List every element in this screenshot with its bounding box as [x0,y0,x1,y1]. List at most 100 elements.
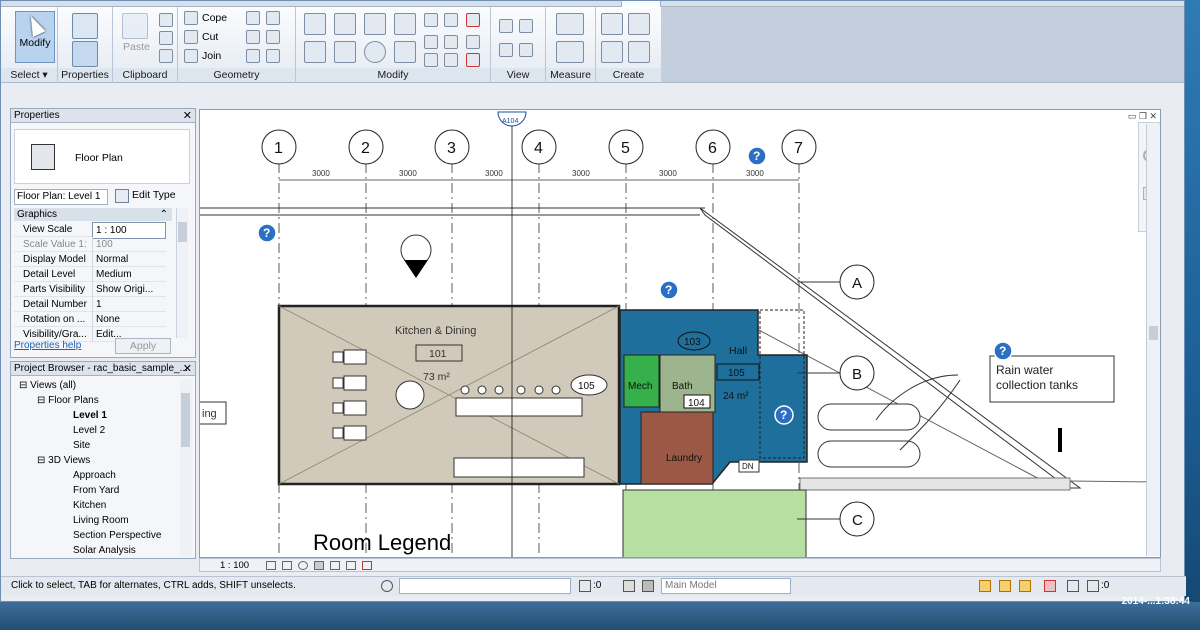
browser-item[interactable]: ⊟ Floor Plans [37,395,99,406]
browser-item[interactable]: ⊟ 3D Views [37,455,90,466]
canvas-vertical-scrollbar[interactable] [1146,124,1160,556]
view-selector-dropdown[interactable]: Floor Plan: Level 1 [14,189,108,205]
property-row[interactable]: Detail Level Medium [14,267,166,282]
browser-scrollbar[interactable] [180,379,192,557]
delete-red-icon[interactable] [466,53,480,67]
filter-count-icon[interactable] [1087,580,1099,592]
sun-path-icon[interactable] [298,561,308,570]
create-group-icon[interactable] [601,41,623,63]
create-assembly-icon[interactable] [601,13,623,35]
browser-scrollbar-thumb[interactable] [181,393,190,447]
view-scale-control[interactable]: 1 : 100 [220,560,249,571]
detail-level-icon[interactable] [266,561,276,570]
design-options-dropdown[interactable]: Main Model [661,578,791,594]
edit-type-icon[interactable] [115,189,129,203]
type-properties-icon[interactable] [72,13,98,39]
mirror-draw-icon[interactable] [394,13,416,35]
close-icon[interactable]: ✕ [183,362,192,376]
design-option-icon[interactable] [623,580,635,592]
split-icon[interactable] [424,13,438,27]
properties-scrollbar[interactable] [176,208,188,338]
shadows-icon[interactable] [314,561,324,570]
pencil-icon[interactable] [246,49,260,63]
remove-paint-icon[interactable] [266,49,280,63]
array-icon[interactable] [424,35,438,49]
property-value[interactable]: 1 [92,297,166,312]
aligned-dimension-icon[interactable] [556,41,584,63]
cut-icon[interactable] [184,30,198,44]
measure-between-icon[interactable] [556,13,584,35]
cut-label[interactable]: Cut [202,31,218,43]
paint-icon[interactable] [246,30,260,44]
unpin-icon[interactable] [466,35,480,49]
mirror-axis-icon[interactable] [364,13,386,35]
collapse-toggle-icon[interactable]: ⊟ [37,395,48,406]
taskbar-clock[interactable]: 2014-...1:38:44 [1122,596,1190,607]
property-row[interactable]: Parts Visibility Show Origi... [14,282,166,297]
move-icon[interactable] [304,41,326,63]
view-window-controls[interactable]: ▭ ❐ ✕ [1128,111,1157,122]
property-value[interactable]: Medium [92,267,166,282]
create-similar-icon[interactable] [628,41,650,63]
filter-icon[interactable] [579,580,591,592]
select-dropdown[interactable]: Select ▾ [1,68,57,82]
browser-item[interactable]: Living Room [73,515,129,526]
browser-item[interactable]: Solar Analysis [73,545,136,556]
property-value[interactable]: 100 [92,237,166,252]
collapse-toggle-icon[interactable]: ⊟ [19,380,30,391]
hide-bulb-icon[interactable] [499,19,513,33]
property-row[interactable]: View Scale 1 : 100 [14,222,166,239]
match-properties-icon[interactable] [159,49,173,63]
split-gap-icon[interactable] [444,53,458,67]
editable-only-icon[interactable] [642,580,654,592]
property-row[interactable]: Scale Value 1: 100 [14,237,166,252]
property-value[interactable]: Show Origi... [92,282,166,297]
collapse-toggle-icon[interactable]: ⊟ [37,455,48,466]
drawing-area[interactable]: 1 3000 2 3000 3 3000 4 3000 5 3000 6 3000 7 Kitchen … [199,109,1161,558]
underlay-select-icon[interactable] [999,580,1011,592]
link-select-icon[interactable] [979,580,991,592]
workset-icon[interactable] [381,580,393,592]
demolish-icon[interactable] [266,30,280,44]
drag-select-icon[interactable] [1067,580,1079,592]
browser-item[interactable]: ⊟ Views (all) [19,380,76,391]
browser-item[interactable]: Site [73,440,90,451]
section-box-icon[interactable] [519,43,533,57]
trim-extend-icon[interactable] [424,53,438,67]
property-row[interactable]: Display Model Normal [14,252,166,267]
join-icon[interactable] [184,49,198,63]
reveal-hidden-icon[interactable] [362,561,372,570]
rotate-icon[interactable] [364,41,386,63]
linework-icon[interactable] [499,43,513,57]
collapse-icon[interactable]: ⌃ [160,208,168,221]
modify-button[interactable]: Modify [15,11,55,63]
cope-label[interactable]: Cope [202,12,227,24]
paste-icon[interactable] [122,13,148,39]
apply-button[interactable]: Apply [115,338,171,354]
browser-item[interactable]: Section Perspective [73,530,161,541]
face-select-icon[interactable] [1044,580,1056,592]
browser-item[interactable]: From Yard [73,485,119,496]
edit-type-button[interactable]: Edit Type [132,189,176,201]
temporary-hide-icon[interactable] [346,561,356,570]
override-icon[interactable] [519,19,533,33]
property-row[interactable]: Detail Number 1 [14,297,166,312]
property-value[interactable]: None [92,312,166,327]
browser-item[interactable]: Approach [73,470,116,481]
scale-icon[interactable] [444,35,458,49]
floor-plan[interactable]: 1 3000 2 3000 3 3000 4 3000 5 3000 6 3000 7 Kitchen … [200,110,1161,558]
browser-item[interactable]: Level 1 [73,410,107,421]
property-row[interactable]: Rotation on ... None [14,312,166,327]
scissors-icon[interactable] [159,13,173,27]
visual-style-icon[interactable] [282,561,292,570]
properties-icon[interactable] [72,41,98,67]
property-value[interactable]: Normal [92,252,166,267]
pin-icon[interactable] [444,13,458,27]
delete-icon[interactable] [466,13,480,27]
graphics-section-header[interactable]: Graphics ⌃ [14,208,172,221]
browser-item[interactable]: Kitchen [73,500,106,511]
wall-join-icon[interactable] [246,11,260,25]
properties-help-link[interactable]: Properties help [14,340,81,351]
join-label[interactable]: Join [202,50,221,62]
align-icon[interactable] [304,13,326,35]
